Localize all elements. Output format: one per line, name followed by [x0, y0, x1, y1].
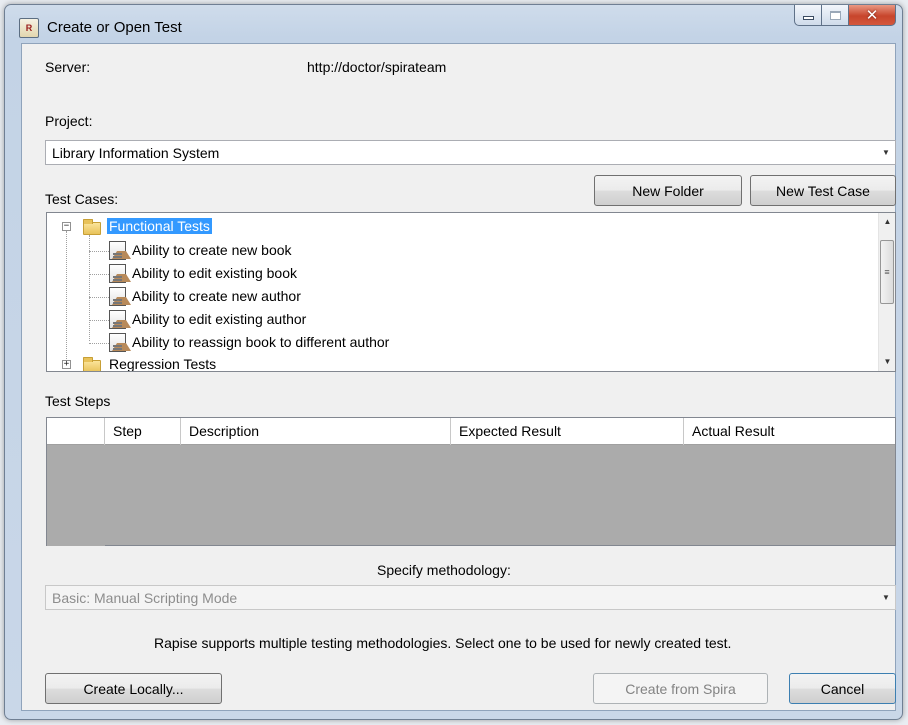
- tree-item-label[interactable]: Ability to edit existing author: [132, 311, 306, 327]
- chevron-down-icon[interactable]: ▼: [877, 586, 895, 609]
- test-steps-label: Test Steps: [45, 393, 111, 409]
- create-from-spira-button[interactable]: Create from Spira: [593, 673, 768, 704]
- close-button[interactable]: ✕: [849, 5, 896, 26]
- column-header-actual-result[interactable]: Actual Result: [684, 418, 895, 445]
- scroll-down-icon[interactable]: ▼: [879, 353, 895, 370]
- tree-folder-label[interactable]: Functional Tests: [107, 218, 212, 234]
- folder-icon: [83, 219, 101, 235]
- tree-item-test-case[interactable]: Ability to reassign book to different au…: [47, 332, 497, 354]
- tree-folder-label[interactable]: Regression Tests: [109, 356, 216, 371]
- server-url: http://doctor/spirateam: [307, 59, 447, 75]
- methodology-label: Specify methodology:: [377, 562, 511, 578]
- row-header-corner: [47, 418, 105, 445]
- title-bar[interactable]: R Create or Open Test ✕: [5, 5, 902, 43]
- test-cases-label: Test Cases:: [45, 191, 119, 207]
- test-steps-grid[interactable]: Step Description Expected Result Actual …: [46, 417, 896, 546]
- scroll-up-icon[interactable]: ▲: [879, 213, 895, 230]
- create-open-test-dialog: R Create or Open Test ✕ Server: http://d…: [4, 4, 903, 720]
- window-title: Create or Open Test: [47, 19, 182, 36]
- tree-folder-regression-tests[interactable]: + Regression Tests: [47, 355, 347, 371]
- tree-item-label[interactable]: Ability to create new book: [132, 242, 292, 258]
- cancel-button[interactable]: Cancel: [789, 673, 896, 704]
- scrollbar-thumb[interactable]: ≡: [880, 240, 894, 304]
- folder-icon: [83, 357, 101, 371]
- test-steps-header: Step Description Expected Result Actual …: [47, 418, 895, 445]
- test-case-icon: [109, 287, 131, 306]
- tree-item-test-case[interactable]: Ability to create new author: [47, 286, 447, 308]
- expand-icon[interactable]: +: [62, 360, 71, 369]
- test-case-icon: [109, 333, 131, 352]
- methodology-hint: Rapise supports multiple testing methodo…: [154, 635, 732, 651]
- tree-item-test-case[interactable]: Ability to create new book: [47, 240, 447, 262]
- minimize-icon: [802, 16, 814, 20]
- tree-item-label[interactable]: Ability to edit existing book: [132, 265, 297, 281]
- dialog-client-area: Server: http://doctor/spirateam Project:…: [21, 43, 896, 711]
- project-label: Project:: [45, 113, 93, 129]
- server-label: Server:: [45, 59, 91, 75]
- new-folder-button[interactable]: New Folder: [594, 175, 742, 206]
- tree-item-test-case[interactable]: Ability to edit existing book: [47, 263, 447, 285]
- tree-vertical-scrollbar[interactable]: ▲ ≡ ▼: [878, 213, 895, 371]
- project-dropdown[interactable]: Library Information System ▼: [45, 140, 896, 165]
- tree-item-test-case[interactable]: Ability to edit existing author: [47, 309, 447, 331]
- column-header-expected-result[interactable]: Expected Result: [451, 418, 684, 445]
- new-test-case-button[interactable]: New Test Case: [750, 175, 896, 206]
- maximize-icon: [829, 10, 841, 20]
- rapise-app-icon: R: [19, 18, 39, 38]
- test-cases-tree[interactable]: − Functional Tests Ability to create new…: [46, 212, 896, 372]
- minimize-button[interactable]: [794, 5, 822, 26]
- maximize-button[interactable]: [822, 5, 849, 26]
- column-header-step[interactable]: Step: [105, 418, 181, 445]
- methodology-selected-value: Basic: Manual Scripting Mode: [52, 590, 238, 606]
- grid-empty-area: [47, 445, 105, 546]
- caption-buttons: ✕: [794, 5, 896, 27]
- collapse-icon[interactable]: −: [62, 222, 71, 231]
- tree-item-label[interactable]: Ability to create new author: [132, 288, 301, 304]
- chevron-down-icon[interactable]: ▼: [877, 141, 895, 164]
- create-locally-button[interactable]: Create Locally...: [45, 673, 222, 704]
- test-case-icon: [109, 241, 131, 260]
- test-case-icon: [109, 264, 131, 283]
- methodology-dropdown[interactable]: Basic: Manual Scripting Mode ▼: [45, 585, 896, 610]
- close-icon: ✕: [865, 6, 879, 24]
- tree-folder-functional-tests[interactable]: − Functional Tests: [47, 217, 347, 239]
- test-case-icon: [109, 310, 131, 329]
- app-icon-letter: R: [25, 23, 33, 33]
- project-selected-value: Library Information System: [52, 145, 220, 161]
- tree-item-label[interactable]: Ability to reassign book to different au…: [132, 334, 389, 350]
- column-header-description[interactable]: Description: [181, 418, 451, 445]
